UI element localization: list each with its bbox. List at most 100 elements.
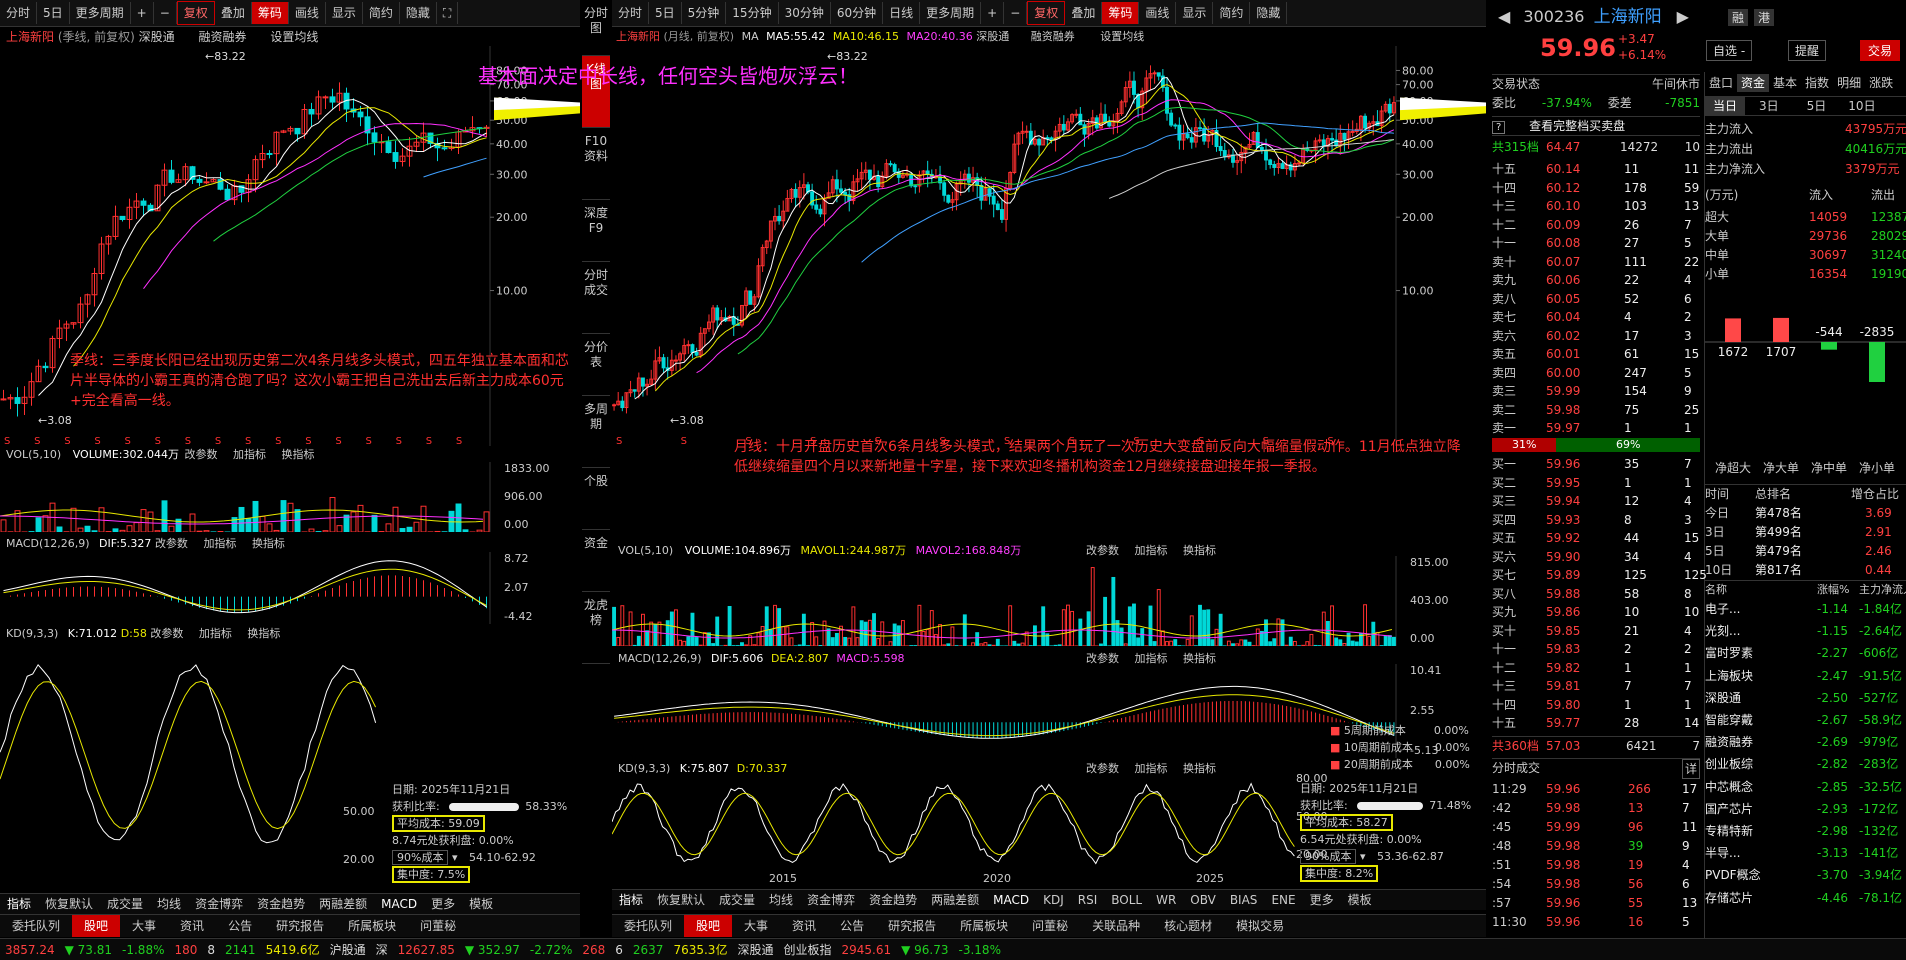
margin-badge[interactable]: 融 (1728, 9, 1748, 26)
left-kd-params[interactable]: 改参数 (150, 627, 183, 640)
mid-nav-notice[interactable]: 公告 (828, 915, 876, 937)
mid-tab-obv[interactable]: OBV (1183, 890, 1223, 910)
trade-button[interactable]: 交易 (1860, 40, 1900, 61)
mid-tool-zoom-in[interactable]: + (981, 2, 1004, 24)
mid-tab-indicator[interactable]: 指标 (612, 890, 650, 910)
sgt-label[interactable]: 深股通 (732, 941, 778, 958)
left-tool-zoom-in[interactable]: + (131, 2, 154, 24)
left-tab-template[interactable]: 模板 (462, 894, 500, 914)
mid-tab-ene[interactable]: ENE (1264, 890, 1302, 910)
mid-link-rzrq[interactable]: 融资融券 (1031, 30, 1075, 43)
mid-tab-fund-game[interactable]: 资金博弈 (800, 890, 862, 910)
vtab-price[interactable]: 分价表 (582, 334, 610, 396)
left-macd-params[interactable]: 改参数 (155, 537, 188, 550)
left-tool-chip[interactable]: 筹码 (252, 2, 289, 24)
mid-tool-5min[interactable]: 5分钟 (682, 2, 727, 24)
nav-notice[interactable]: 公告 (216, 915, 264, 937)
left-vol-params[interactable]: 改参数 (184, 448, 217, 461)
alert-button[interactable]: 提醒 (1788, 40, 1826, 61)
period-5d[interactable]: 5日 (1793, 97, 1841, 115)
mid-tool-15min[interactable]: 15分钟 (726, 2, 778, 24)
mid-nav-ask[interactable]: 问董秘 (1020, 915, 1080, 937)
left-link-sgt[interactable]: 深股通 (139, 30, 175, 44)
tab-pankou[interactable]: 盘口 (1705, 74, 1737, 92)
mid-tool-daily[interactable]: 日线 (883, 2, 920, 24)
mid-tool-overlay[interactable]: 叠加 (1065, 2, 1102, 24)
left-kd-switch[interactable]: 换指标 (247, 627, 280, 640)
left-macd-add[interactable]: 加指标 (203, 537, 236, 550)
left-expand-icon[interactable]: ⛶ (437, 2, 458, 24)
mid-tab-reset[interactable]: 恢复默认 (650, 890, 712, 910)
left-tab-more[interactable]: 更多 (424, 894, 462, 914)
nav-news[interactable]: 资讯 (168, 915, 216, 937)
mid-tool-simple[interactable]: 简约 (1213, 2, 1250, 24)
mid-nav-queue[interactable]: 委托队列 (612, 915, 684, 937)
mid-tab-more[interactable]: 更多 (1303, 890, 1341, 910)
left-tab-reset[interactable]: 恢复默认 (38, 894, 100, 914)
vtab-f9[interactable]: 深度F9 (582, 200, 610, 262)
mid-tab-rsi[interactable]: RSI (1071, 890, 1105, 910)
mid-kd-add[interactable]: 加指标 (1135, 762, 1168, 775)
mid-tool-fenshi[interactable]: 分时 (612, 2, 649, 24)
trades-detail-button[interactable]: 详 (1682, 759, 1700, 779)
left-tab-fund-game[interactable]: 资金博弈 (188, 894, 250, 914)
next-stock-icon[interactable]: ▶ (1677, 7, 1689, 26)
watchlist-button[interactable]: 自选 - (1706, 40, 1752, 61)
mid-tool-60min[interactable]: 60分钟 (831, 2, 883, 24)
period-3d[interactable]: 3日 (1745, 97, 1793, 115)
left-link-rzrq[interactable]: 融资融券 (199, 30, 247, 44)
vtab-fenshi[interactable]: 分时图 (582, 0, 610, 56)
mid-nav-news[interactable]: 资讯 (780, 915, 828, 937)
mid-chip-cost90[interactable]: 90%成本 ▾ 53.36-62.87 (1300, 848, 1471, 865)
left-tab-ma[interactable]: 均线 (150, 894, 188, 914)
left-vol-add[interactable]: 加指标 (233, 448, 266, 461)
mid-tool-30min[interactable]: 30分钟 (779, 2, 831, 24)
left-tool-overlay[interactable]: 叠加 (215, 2, 252, 24)
period-today[interactable]: 当日 (1705, 97, 1745, 115)
mid-tab-ma[interactable]: 均线 (762, 890, 800, 910)
tab-detail[interactable]: 明细 (1833, 74, 1865, 92)
left-chip-cost90[interactable]: 90%成本 ▾ 54.10-62.92 (392, 849, 567, 866)
mid-tab-wr[interactable]: WR (1149, 890, 1183, 910)
nav-events[interactable]: 大事 (120, 915, 168, 937)
mid-tab-macd[interactable]: MACD (986, 890, 1036, 910)
mid-tab-boll[interactable]: BOLL (1104, 890, 1149, 910)
left-tab-indicator[interactable]: 指标 (0, 894, 38, 914)
period-10d[interactable]: 10日 (1840, 97, 1883, 115)
vtab-fund[interactable]: 资金 (582, 530, 610, 592)
hgt-label[interactable]: 沪股通 (325, 941, 371, 958)
mid-tool-hide[interactable]: 隐藏 (1250, 2, 1287, 24)
left-kd-add[interactable]: 加指标 (199, 627, 232, 640)
mid-tab-template[interactable]: 模板 (1341, 890, 1379, 910)
hk-badge[interactable]: 港 (1754, 9, 1774, 26)
prev-stock-icon[interactable]: ◀ (1498, 7, 1510, 26)
mid-tool-draw[interactable]: 画线 (1139, 2, 1176, 24)
mid-nav-guba[interactable]: 股吧 (684, 915, 732, 937)
mid-nav-events[interactable]: 大事 (732, 915, 780, 937)
tab-index[interactable]: 指数 (1801, 74, 1833, 92)
mid-link-sgt[interactable]: 深股通 (976, 30, 1009, 43)
tab-fund[interactable]: 资金 (1737, 74, 1769, 92)
left-tool-display[interactable]: 显示 (326, 2, 363, 24)
mid-tool-chip[interactable]: 筹码 (1102, 2, 1139, 24)
view-full-book[interactable]: ? 查看完整档买卖盘 (1492, 116, 1700, 136)
mid-nav-core[interactable]: 核心题材 (1152, 915, 1224, 937)
nav-guba[interactable]: 股吧 (72, 915, 120, 937)
left-tool-zoom-out[interactable]: − (154, 2, 177, 24)
vtab-multi[interactable]: 多周期 (582, 396, 610, 468)
left-tab-fund-trend[interactable]: 资金趋势 (250, 894, 312, 914)
mid-tool-more[interactable]: 更多周期 (920, 2, 981, 24)
mid-tool-display[interactable]: 显示 (1176, 2, 1213, 24)
mid-tab-fund-trend[interactable]: 资金趋势 (862, 890, 924, 910)
vtab-stock[interactable]: 个股 (582, 468, 610, 530)
left-tab-margin[interactable]: 两融差额 (312, 894, 374, 914)
mid-tool-zoom-out[interactable]: − (1004, 2, 1027, 24)
left-tool-5day[interactable]: 5日 (37, 2, 70, 24)
left-tool-fenshi[interactable]: 分时 (0, 2, 37, 24)
left-tool-draw[interactable]: 画线 (289, 2, 326, 24)
mid-nav-sim[interactable]: 模拟交易 (1224, 915, 1296, 937)
tab-basic[interactable]: 基本 (1769, 74, 1801, 92)
left-tab-macd[interactable]: MACD (374, 894, 424, 914)
mid-tab-volume[interactable]: 成交量 (712, 890, 762, 910)
mid-kd-params[interactable]: 改参数 (1086, 762, 1119, 775)
